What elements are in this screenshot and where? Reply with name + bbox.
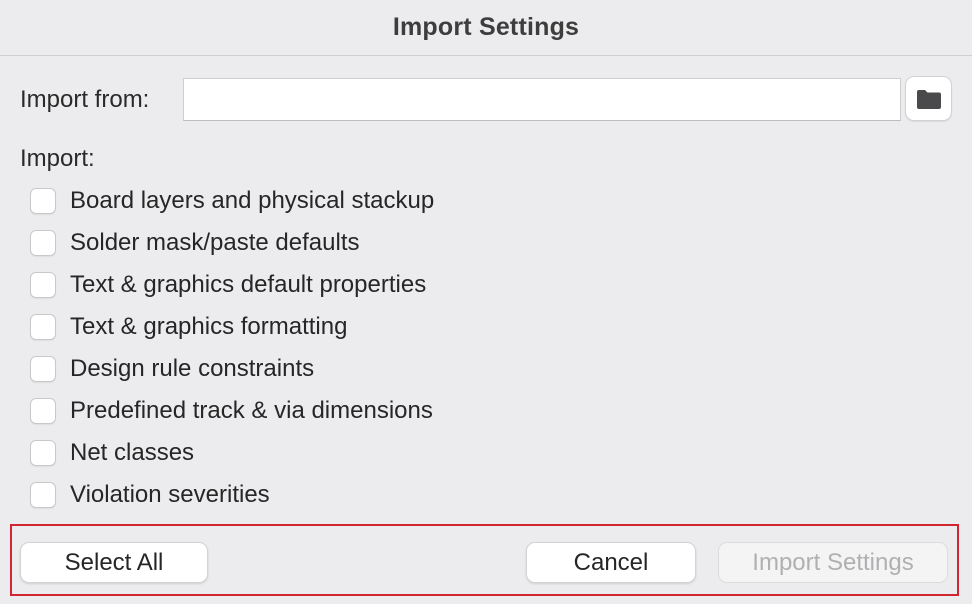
- option-violation-severities[interactable]: Violation severities: [30, 474, 434, 516]
- cancel-button[interactable]: Cancel: [526, 542, 696, 583]
- button-bar-highlight: Select All Cancel Import Settings: [10, 524, 959, 596]
- option-track-via-dimensions[interactable]: Predefined track & via dimensions: [30, 390, 434, 432]
- import-settings-button[interactable]: Import Settings: [718, 542, 948, 583]
- import-settings-dialog: Import Settings Import from: Import: Boa…: [0, 0, 972, 604]
- option-label: Predefined track & via dimensions: [70, 397, 433, 424]
- option-label: Text & graphics default properties: [70, 271, 427, 298]
- import-options-list: Board layers and physical stackup Solder…: [30, 180, 434, 516]
- import-from-input[interactable]: [183, 78, 901, 121]
- checkbox[interactable]: [30, 440, 56, 466]
- option-solder-mask[interactable]: Solder mask/paste defaults: [30, 222, 434, 264]
- folder-icon: [916, 89, 941, 109]
- option-board-layers[interactable]: Board layers and physical stackup: [30, 180, 434, 222]
- option-design-rule-constraints[interactable]: Design rule constraints: [30, 348, 434, 390]
- title-bar: Import Settings: [0, 0, 972, 56]
- checkbox[interactable]: [30, 482, 56, 508]
- checkbox[interactable]: [30, 398, 56, 424]
- option-net-classes[interactable]: Net classes: [30, 432, 434, 474]
- import-from-label: Import from:: [20, 85, 150, 113]
- option-label: Design rule constraints: [70, 355, 315, 382]
- option-label: Text & graphics formatting: [70, 313, 348, 340]
- checkbox[interactable]: [30, 230, 56, 256]
- checkbox[interactable]: [30, 272, 56, 298]
- checkbox[interactable]: [30, 188, 56, 214]
- option-label: Board layers and physical stackup: [70, 187, 435, 214]
- option-label: Violation severities: [70, 481, 270, 508]
- import-section-label: Import:: [20, 145, 95, 172]
- option-label: Solder mask/paste defaults: [70, 229, 360, 256]
- option-label: Net classes: [70, 439, 195, 466]
- import-from-row: Import from:: [20, 78, 901, 121]
- select-all-button[interactable]: Select All: [20, 542, 208, 583]
- dialog-title: Import Settings: [392, 13, 580, 41]
- option-text-graphics-defaults[interactable]: Text & graphics default properties: [30, 264, 434, 306]
- browse-folder-button[interactable]: [905, 76, 952, 121]
- checkbox[interactable]: [30, 314, 56, 340]
- checkbox[interactable]: [30, 356, 56, 382]
- option-text-graphics-formatting[interactable]: Text & graphics formatting: [30, 306, 434, 348]
